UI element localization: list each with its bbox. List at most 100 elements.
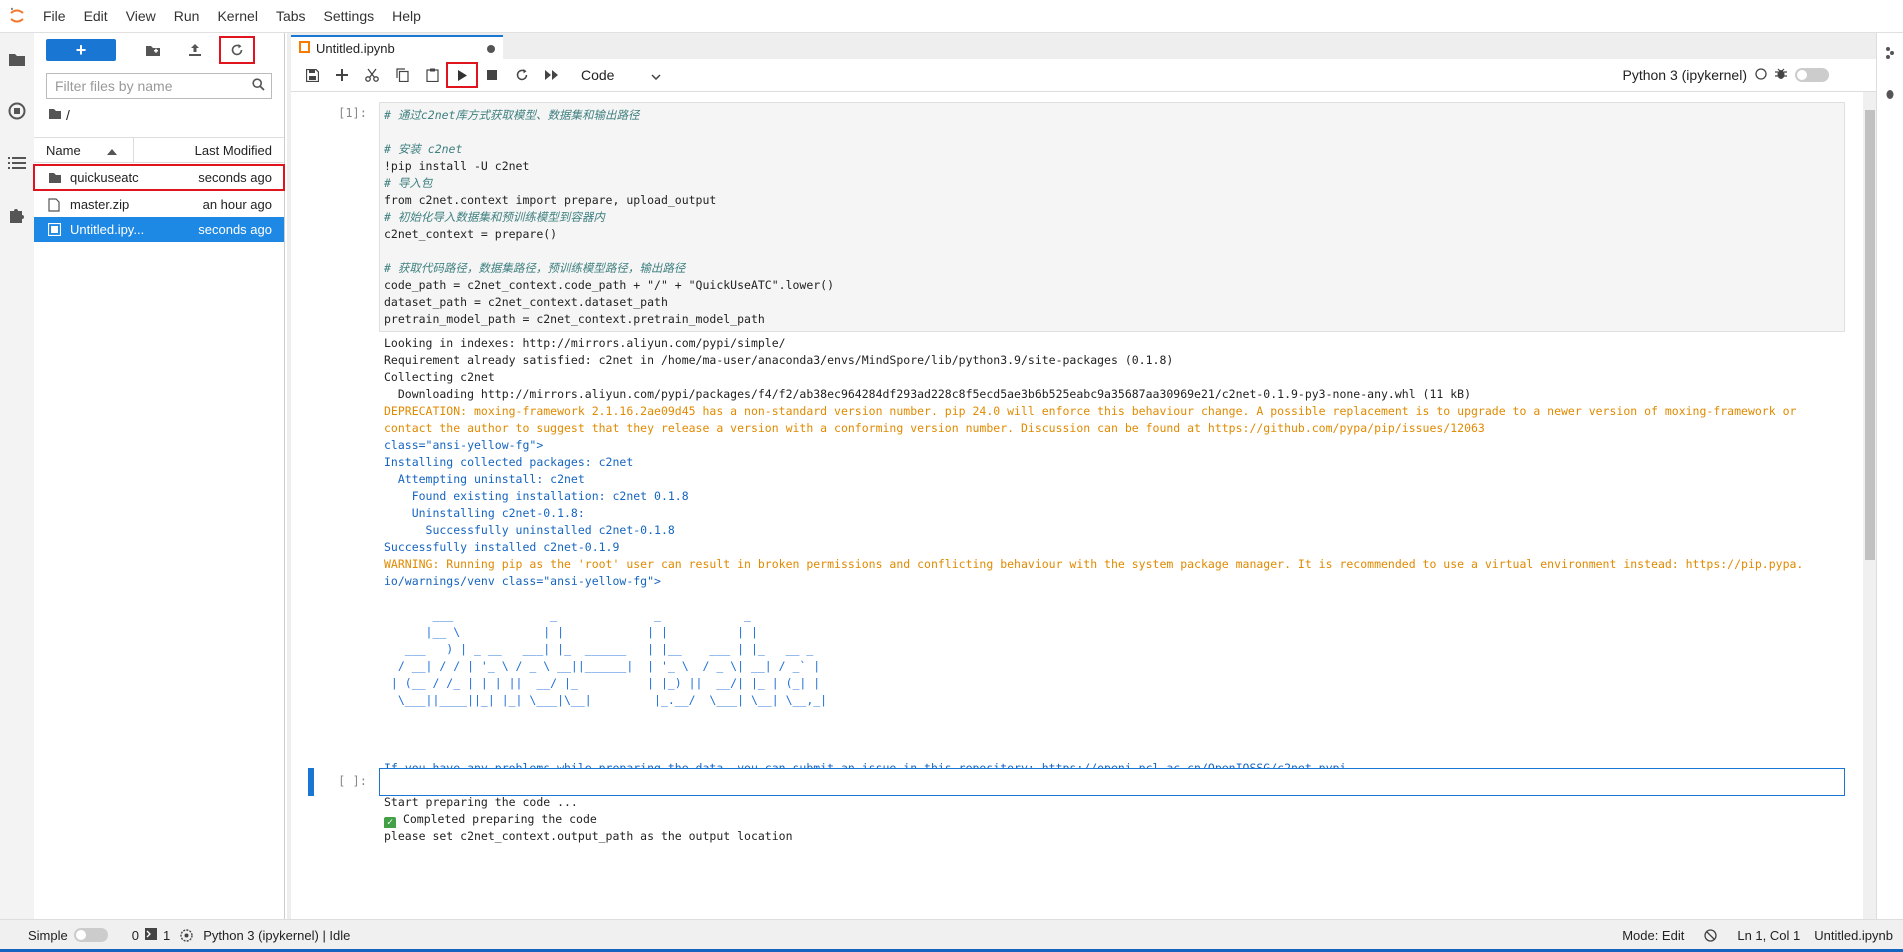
- file-modified: an hour ago: [202, 197, 272, 212]
- name-column-header[interactable]: Name: [34, 138, 134, 162]
- menu-file[interactable]: File: [34, 0, 75, 32]
- code-line: dataset_path = c2net_context.dataset_pat…: [384, 295, 668, 309]
- notebook-panel: Code Python 3 (ipykernel) [1]: # 通过c2net…: [291, 59, 1877, 919]
- notebook-toolbar: Code Python 3 (ipykernel): [291, 59, 1877, 92]
- file-row-untitled-ipynb[interactable]: Untitled.ipy... seconds ago: [34, 217, 284, 242]
- restart-kernel-icon[interactable]: [507, 63, 537, 87]
- output-line-completed: ✓ Completed preparing the code: [384, 811, 1854, 828]
- cell-type-select[interactable]: Code: [581, 67, 661, 83]
- file-list-header: Name Last Modified: [34, 137, 284, 163]
- interrupt-kernel-icon[interactable]: [477, 63, 507, 87]
- code-cell-1[interactable]: # 通过c2net库方式获取模型、数据集和输出路径 # 安装 c2net !pi…: [379, 102, 1845, 332]
- output-line: Successfully uninstalled c2net-0.1.8: [384, 523, 675, 537]
- file-row-quickuseatc[interactable]: quickuseatc seconds ago: [33, 164, 285, 191]
- kernel-status-icon: [1755, 67, 1767, 83]
- debugger-bug-icon[interactable]: [1775, 67, 1787, 83]
- modified-column-header[interactable]: Last Modified: [134, 143, 284, 158]
- output-line: Uninstalling c2net-0.1.8:: [384, 506, 585, 520]
- output-line: Collecting c2net: [384, 370, 495, 384]
- simple-mode-toggle[interactable]: [73, 928, 108, 942]
- code-line: pretrain_model_path = c2net_context.pret…: [384, 312, 765, 326]
- folder-icon[interactable]: [0, 33, 34, 85]
- code-line: # 初始化导入数据集和预训练模型到容器内: [384, 210, 605, 224]
- notebook-body: [1]: # 通过c2net库方式获取模型、数据集和输出路径 # 安装 c2ne…: [291, 92, 1877, 919]
- debugger-icon[interactable]: [1877, 73, 1903, 113]
- file-name: master.zip: [70, 197, 130, 212]
- file-modified: seconds ago: [198, 222, 272, 237]
- menu-settings[interactable]: Settings: [315, 0, 384, 32]
- kernel-name[interactable]: Python 3 (ipykernel): [1622, 67, 1747, 83]
- menu-edit[interactable]: Edit: [75, 0, 117, 32]
- file-row-master-zip[interactable]: master.zip an hour ago: [34, 192, 284, 217]
- run-cell-icon[interactable]: [446, 62, 478, 88]
- new-folder-icon[interactable]: [136, 37, 170, 63]
- output-line: WARNING: Running pip as the 'root' user …: [384, 557, 1804, 571]
- cursor-position[interactable]: Ln 1, Col 1: [1737, 928, 1800, 943]
- scrollbar-thumb[interactable]: [1865, 110, 1875, 560]
- breadcrumb-folder-icon[interactable]: [48, 107, 62, 123]
- sort-ascending-icon: [107, 143, 117, 158]
- debugger-toggle[interactable]: [1795, 68, 1829, 82]
- code-line: !pip install -U c2net: [384, 159, 530, 173]
- file-icon: [48, 197, 64, 212]
- copy-icon[interactable]: [387, 63, 417, 87]
- property-inspector-icon[interactable]: [1877, 33, 1903, 73]
- output-line: Looking in indexes: http://mirrors.aliyu…: [384, 336, 786, 350]
- restart-run-all-icon[interactable]: [537, 63, 567, 87]
- menu-help[interactable]: Help: [383, 0, 430, 32]
- refresh-icon[interactable]: [219, 36, 255, 64]
- output-line: class="ansi-yellow-fg">: [384, 438, 544, 452]
- new-launcher-button[interactable]: +: [46, 39, 116, 61]
- cut-icon[interactable]: [357, 63, 387, 87]
- menu-run[interactable]: Run: [165, 0, 209, 32]
- kernel-status[interactable]: Python 3 (ipykernel) | Idle: [203, 928, 350, 943]
- code-cell-2-editor[interactable]: [379, 768, 1845, 796]
- running-icon[interactable]: [0, 85, 34, 137]
- notebook-scrollbar[interactable]: [1863, 92, 1877, 919]
- tab-untitled-ipynb[interactable]: Untitled.ipynb: [291, 35, 503, 59]
- menu-bar: File Edit View Run Kernel Tabs Settings …: [0, 0, 1903, 33]
- menu-tabs[interactable]: Tabs: [267, 0, 315, 32]
- status-filename: Untitled.ipynb: [1814, 927, 1893, 943]
- output-line: Requirement already satisfied: c2net in …: [384, 353, 1174, 367]
- ascii-art-line: | (__ / /_ | | | || __/ |_ | |_) || __/|…: [384, 676, 821, 690]
- code-line: c2net_context = prepare(): [384, 227, 558, 241]
- upload-icon[interactable]: [178, 37, 212, 63]
- unsaved-dot-icon[interactable]: [487, 41, 495, 56]
- save-icon[interactable]: [297, 63, 327, 87]
- breadcrumb-root[interactable]: /: [66, 107, 70, 123]
- jupyter-logo-icon: [0, 0, 34, 32]
- ascii-art-line: ___ ) | _ __ ___| |_ ______ | |__ ___ | …: [384, 642, 814, 656]
- gear-icon[interactable]: [180, 928, 193, 942]
- terminal-count[interactable]: 0 1: [132, 927, 170, 943]
- folder-icon: [48, 172, 64, 184]
- code-line: # 导入包: [384, 176, 433, 190]
- add-cell-icon[interactable]: [327, 63, 357, 87]
- output-line: Successfully installed c2net-0.1.9: [384, 540, 620, 554]
- notebook-icon: [48, 223, 64, 236]
- output-line: please set c2net_context.output_path as …: [384, 829, 793, 843]
- cell-type-value: Code: [581, 67, 615, 83]
- extension-icon[interactable]: [0, 189, 34, 241]
- simple-mode: Simple: [28, 928, 108, 943]
- breadcrumb: /: [34, 99, 284, 131]
- cell-2-prompt: [ ]:: [338, 774, 367, 788]
- file-filter-input[interactable]: [53, 77, 252, 95]
- ascii-art-line: / __| / / | '_ \ / _ \ __||______| | '_ …: [384, 659, 821, 673]
- paste-icon[interactable]: [417, 63, 447, 87]
- output-line: DEPRECATION: moxing-framework 2.1.16.2ae…: [384, 404, 1797, 418]
- ascii-art-line: |__ \ | | | | | |: [384, 625, 758, 639]
- menu-kernel[interactable]: Kernel: [208, 0, 266, 32]
- output-line: io/warnings/venv class="ansi-yellow-fg">: [384, 574, 661, 588]
- file-modified: seconds ago: [198, 170, 272, 185]
- toc-icon[interactable]: [0, 137, 34, 189]
- output-line: Installing collected packages: c2net: [384, 455, 634, 469]
- menu-view[interactable]: View: [117, 0, 165, 32]
- notification-icon[interactable]: [1704, 928, 1717, 942]
- ascii-art-line: ___ _ _ _: [384, 608, 751, 622]
